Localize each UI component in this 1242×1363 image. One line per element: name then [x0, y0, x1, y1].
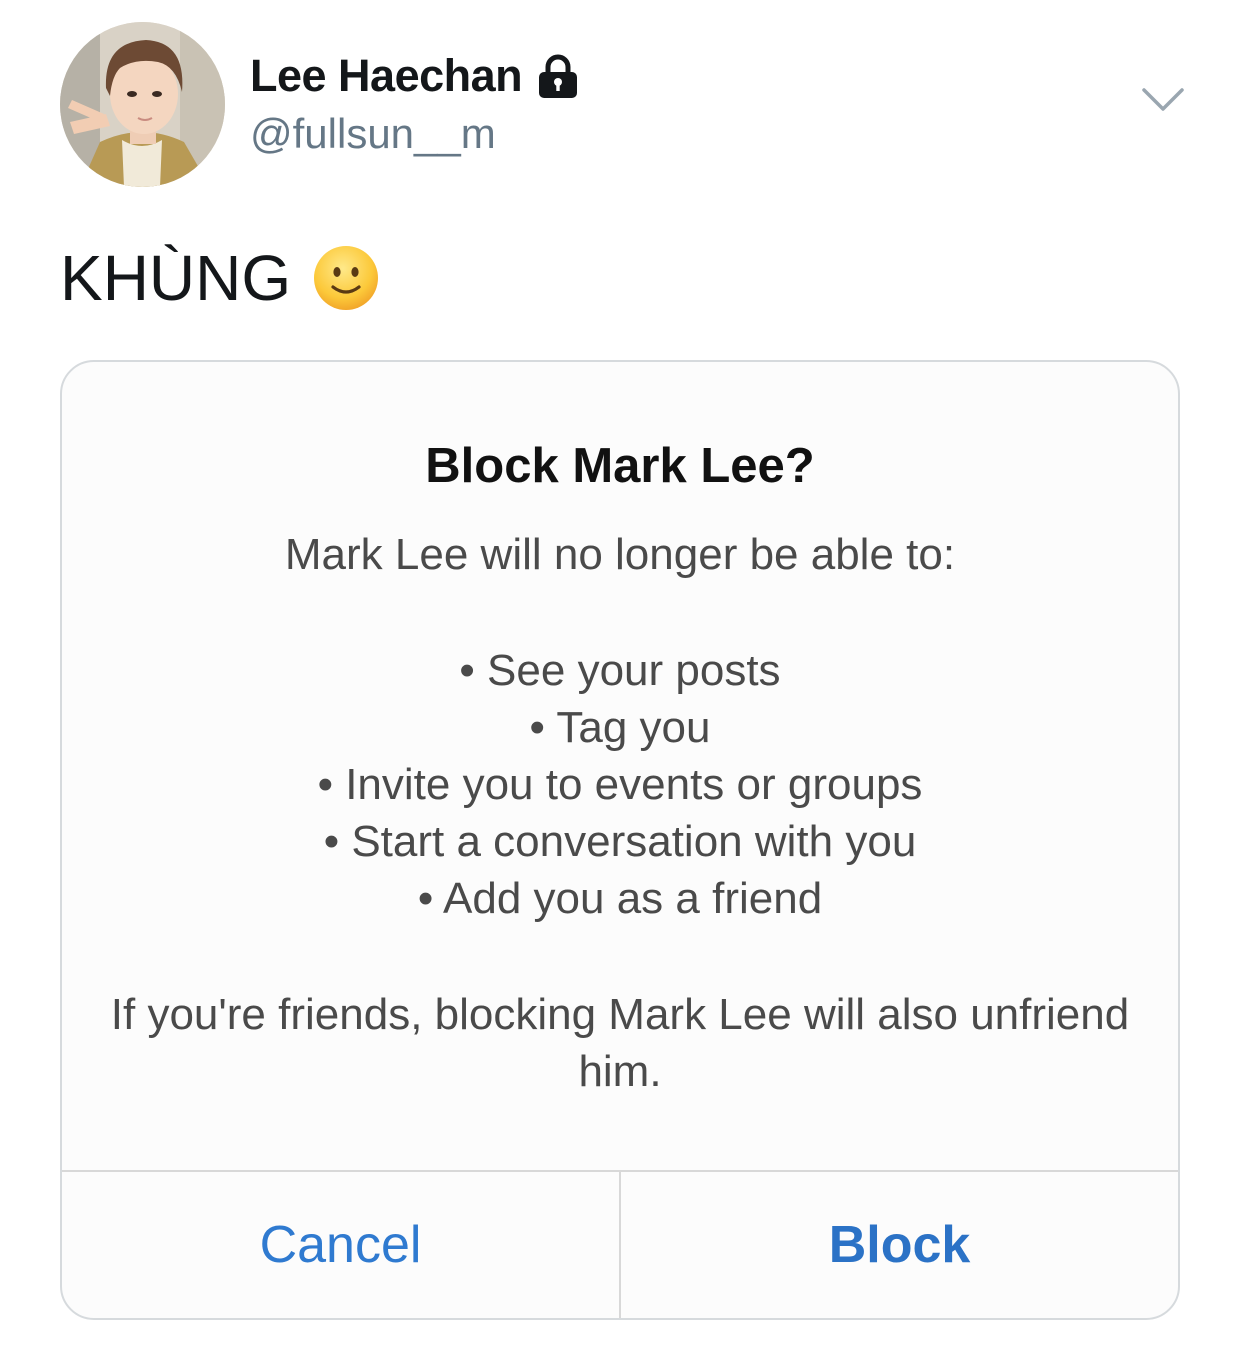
slightly-smiling-face-emoji	[314, 246, 379, 310]
user-handle[interactable]: @fullsun__m	[250, 110, 496, 158]
dialog-note: If you're friends, blocking Mark Lee wil…	[110, 990, 1130, 1096]
list-item: • See your posts	[459, 646, 781, 695]
tweet-text: KHÙNG	[60, 240, 379, 316]
cancel-button[interactable]: Cancel	[62, 1172, 619, 1318]
tweet-media-image[interactable]: Block Mark Lee? Mark Lee will no longer …	[60, 360, 1180, 1320]
list-item: • Add you as a friend	[417, 874, 823, 923]
avatar[interactable]	[60, 22, 225, 187]
tweet-text-content: KHÙNG	[60, 242, 292, 314]
profile-photo	[60, 22, 225, 187]
block-button[interactable]: Block	[621, 1172, 1178, 1318]
list-item: • Tag you	[529, 703, 711, 752]
chevron-down-icon[interactable]	[1140, 84, 1186, 114]
lock-icon	[539, 54, 578, 98]
list-item: • Invite you to events or groups	[317, 760, 923, 809]
display-name[interactable]: Lee Haechan	[250, 50, 523, 102]
dialog-restriction-list: • See your posts • Tag you • Invite you …	[62, 642, 1178, 927]
dialog-button-bar: Cancel Block	[62, 1170, 1178, 1318]
list-item: • Start a conversation with you	[323, 817, 917, 866]
dialog-intro: Mark Lee will no longer be able to:	[284, 530, 956, 579]
dialog-title: Block Mark Lee?	[425, 439, 815, 493]
author-name-row: Lee Haechan	[250, 48, 580, 104]
